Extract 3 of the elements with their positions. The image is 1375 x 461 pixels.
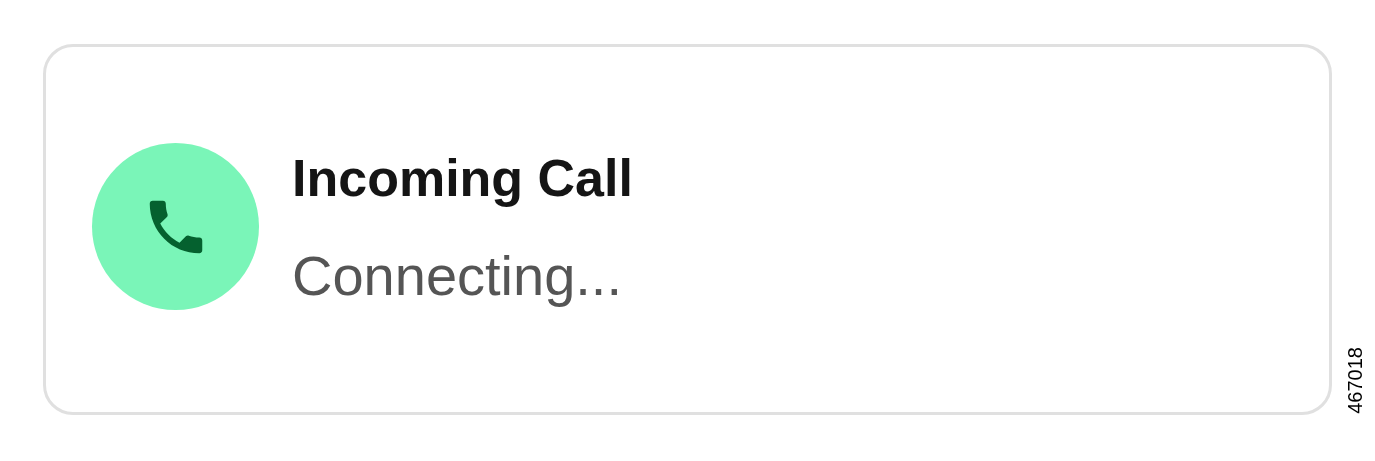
figure-number: 467018 — [1344, 347, 1366, 414]
notification-title: Incoming Call — [292, 150, 633, 206]
call-status: Connecting... — [292, 246, 623, 306]
